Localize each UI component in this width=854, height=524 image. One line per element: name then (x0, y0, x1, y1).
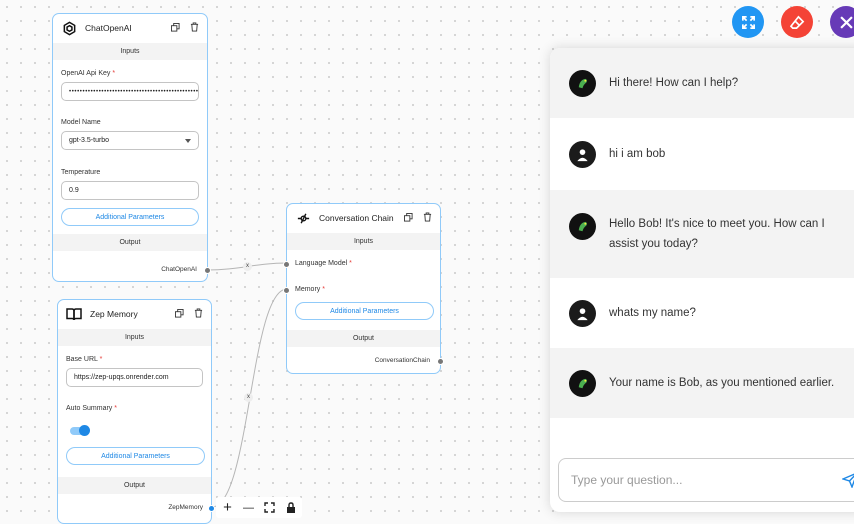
zoom-out-button[interactable]: — (240, 499, 257, 516)
required-mark: * (322, 286, 325, 293)
api-key-label: OpenAI Api Key (61, 70, 111, 77)
base-url-label: Base URL (66, 356, 98, 363)
edge-delete-chatopenai[interactable]: x (243, 262, 252, 271)
message-text: Your name is Bob, as you mentioned earli… (609, 377, 835, 389)
chain-icon (295, 210, 311, 226)
temperature-input[interactable]: 0.9 (61, 181, 199, 200)
chatopenai-node[interactable]: ChatOpenAI Inputs OpenAI Api Key * •••••… (52, 13, 211, 282)
output-header: Output (53, 234, 207, 251)
required-mark: * (112, 70, 116, 77)
inputs-header: Inputs (53, 43, 207, 60)
output-header: Output (58, 477, 211, 494)
zoom-in-button[interactable]: + (219, 499, 236, 516)
message-text: whats my name? (609, 307, 696, 319)
memory-handle[interactable] (283, 287, 290, 294)
node-title: Conversation Chain (319, 213, 394, 223)
user-avatar-icon (569, 299, 596, 327)
zep-memory-node[interactable]: Zep Memory Inputs Base URL * https://zep… (57, 299, 215, 524)
output-name: ChatOpenAI (161, 266, 197, 273)
inputs-header: Inputs (58, 329, 211, 346)
chat-message-bot: Hello Bob! It's nice to meet you. How ca… (550, 190, 854, 278)
eraser-icon (789, 15, 804, 29)
chevron-down-icon (185, 139, 191, 143)
chat-input[interactable]: Type your question... (558, 458, 854, 502)
inputs-header: Inputs (287, 233, 440, 250)
api-key-input[interactable]: ••••••••••••••••••••••••••••••••••••••••… (61, 82, 199, 101)
send-icon[interactable] (840, 472, 854, 493)
fit-view-icon (264, 502, 275, 513)
language-model-label: Language Model (295, 260, 348, 267)
expand-icon (741, 15, 755, 29)
model-label: Model Name (61, 119, 101, 126)
node-header: Zep Memory (58, 300, 211, 328)
message-text: Hello Bob! It's nice to meet you. How ca… (609, 218, 825, 250)
conversation-chain-node[interactable]: Conversation Chain Inputs Language Model… (283, 203, 444, 374)
node-title: ChatOpenAI (85, 23, 132, 33)
output-header: Output (287, 330, 440, 347)
lock-button[interactable] (282, 499, 299, 516)
expand-chat-button[interactable] (732, 6, 764, 38)
auto-summary-label: Auto Summary (66, 405, 113, 412)
edge-delete-zep[interactable]: x (244, 393, 253, 402)
duplicate-icon[interactable] (170, 22, 180, 32)
message-text: Hi there! How can I help? (609, 77, 739, 89)
message-text: hi i am bob (609, 148, 666, 160)
additional-parameters-button[interactable]: Additional Parameters (66, 447, 205, 465)
additional-parameters-button[interactable]: Additional Parameters (61, 208, 199, 226)
clear-chat-button[interactable] (781, 6, 813, 38)
chat-message-user: whats my name? (550, 278, 854, 348)
auto-summary-toggle[interactable] (70, 425, 90, 436)
model-select[interactable]: gpt-3.5-turbo (61, 131, 199, 150)
book-icon (66, 306, 82, 322)
output-handle[interactable] (208, 505, 215, 512)
base-url-input[interactable]: https://zep-upqs.onrender.com (66, 368, 203, 387)
chat-message-bot: Your name is Bob, as you mentioned earli… (550, 348, 854, 418)
user-avatar-icon (569, 140, 596, 168)
output-handle[interactable] (437, 358, 444, 365)
language-model-handle[interactable] (283, 261, 290, 268)
memory-label: Memory (295, 286, 321, 293)
openai-icon (61, 20, 77, 36)
fit-view-button[interactable] (261, 499, 278, 516)
output-handle[interactable] (204, 267, 211, 274)
output-name: ConversationChain (374, 357, 430, 364)
parrot-icon (569, 369, 596, 397)
duplicate-icon[interactable] (403, 212, 413, 222)
delete-icon[interactable] (189, 22, 199, 32)
close-icon (839, 15, 853, 29)
output-name: ZepMemory (168, 504, 203, 511)
parrot-icon (569, 69, 596, 97)
temperature-label: Temperature (61, 169, 101, 176)
required-mark: * (114, 405, 117, 412)
required-mark: * (349, 260, 352, 267)
chat-message-user: hi i am bob (550, 118, 854, 190)
node-title: Zep Memory (90, 309, 138, 319)
model-select-value: gpt-3.5-turbo (69, 137, 110, 144)
additional-parameters-button[interactable]: Additional Parameters (295, 302, 434, 320)
node-header: ChatOpenAI (53, 14, 207, 42)
lock-icon (286, 502, 295, 513)
required-mark: * (99, 356, 103, 363)
delete-icon[interactable] (193, 308, 203, 318)
chat-panel: Hi there! How can I help? hi i am bob He… (550, 48, 854, 512)
delete-icon[interactable] (422, 212, 432, 222)
parrot-icon (569, 213, 596, 240)
close-chat-button[interactable] (830, 6, 854, 38)
duplicate-icon[interactable] (174, 308, 184, 318)
chat-message-bot: Hi there! How can I help? (550, 48, 854, 118)
node-header: Conversation Chain (287, 204, 440, 232)
